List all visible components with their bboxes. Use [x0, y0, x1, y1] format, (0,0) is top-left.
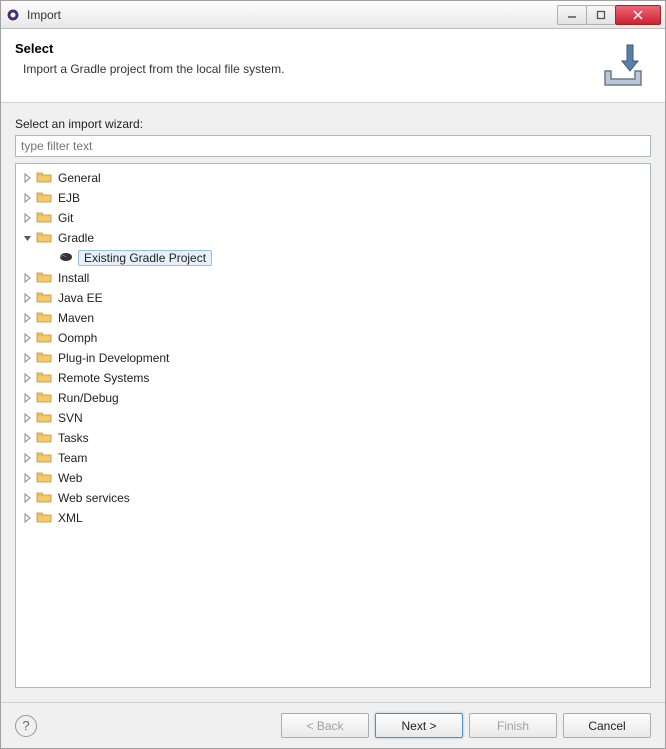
close-button[interactable] — [615, 5, 661, 25]
tree-item-label: Plug-in Development — [56, 351, 171, 365]
tree-item[interactable]: Java EE — [18, 288, 648, 308]
chevron-right-icon[interactable] — [22, 392, 34, 404]
help-button[interactable]: ? — [15, 715, 37, 737]
button-bar: ? < Back Next > Finish Cancel — [1, 702, 665, 748]
chevron-right-icon[interactable] — [22, 272, 34, 284]
window-controls — [558, 5, 661, 25]
tree-item[interactable]: Run/Debug — [18, 388, 648, 408]
import-icon — [597, 43, 647, 94]
chevron-right-icon[interactable] — [22, 492, 34, 504]
tree-item[interactable]: Web services — [18, 488, 648, 508]
folder-icon — [36, 390, 52, 407]
finish-button[interactable]: Finish — [469, 713, 557, 738]
import-dialog: Import Select Import a Gradle project fr… — [0, 0, 666, 749]
chevron-right-icon[interactable] — [22, 512, 34, 524]
page-description: Import a Gradle project from the local f… — [23, 62, 651, 76]
chevron-right-icon[interactable] — [22, 472, 34, 484]
folder-icon — [36, 190, 52, 207]
tree-item[interactable]: Existing Gradle Project — [18, 248, 648, 268]
window-title: Import — [27, 8, 558, 22]
tree-item[interactable]: Gradle — [18, 228, 648, 248]
folder-icon — [36, 410, 52, 427]
tree-item-label: Install — [56, 271, 91, 285]
page-title: Select — [15, 41, 651, 56]
tree-item-label: SVN — [56, 411, 85, 425]
folder-icon — [36, 490, 52, 507]
folder-icon — [36, 290, 52, 307]
minimize-button[interactable] — [557, 5, 587, 25]
chevron-right-icon[interactable] — [22, 372, 34, 384]
tree-item-label: Maven — [56, 311, 96, 325]
folder-icon — [36, 510, 52, 527]
chevron-right-icon[interactable] — [22, 312, 34, 324]
tree-item-label: Remote Systems — [56, 371, 151, 385]
tree-item-label: Team — [56, 451, 89, 465]
folder-icon — [36, 470, 52, 487]
tree-item[interactable]: XML — [18, 508, 648, 528]
tree-item-label: Git — [56, 211, 75, 225]
tree-item[interactable]: SVN — [18, 408, 648, 428]
folder-icon — [36, 330, 52, 347]
folder-icon — [36, 210, 52, 227]
chevron-right-icon[interactable] — [22, 452, 34, 464]
chevron-right-icon[interactable] — [22, 432, 34, 444]
tree-item-label: Tasks — [56, 431, 91, 445]
maximize-button[interactable] — [586, 5, 616, 25]
tree-item[interactable]: Git — [18, 208, 648, 228]
chevron-right-icon[interactable] — [22, 212, 34, 224]
tree-item-label: Oomph — [56, 331, 99, 345]
tree-item[interactable]: Plug-in Development — [18, 348, 648, 368]
tree-item-label: EJB — [56, 191, 82, 205]
titlebar[interactable]: Import — [1, 1, 665, 29]
tree-item-label: Existing Gradle Project — [82, 251, 208, 265]
tree-item[interactable]: Remote Systems — [18, 368, 648, 388]
tree-item-label: Run/Debug — [56, 391, 121, 405]
chevron-down-icon[interactable] — [22, 232, 34, 244]
tree-item-label: General — [56, 171, 103, 185]
tree-item-label: XML — [56, 511, 85, 525]
next-button[interactable]: Next > — [375, 713, 463, 738]
wizard-label: Select an import wizard: — [15, 117, 651, 131]
chevron-right-icon[interactable] — [22, 352, 34, 364]
tree-item[interactable]: Oomph — [18, 328, 648, 348]
tree-item[interactable]: Install — [18, 268, 648, 288]
tree-item[interactable]: Maven — [18, 308, 648, 328]
folder-icon — [36, 350, 52, 367]
back-button[interactable]: < Back — [281, 713, 369, 738]
folder-icon — [36, 430, 52, 447]
cancel-button[interactable]: Cancel — [563, 713, 651, 738]
folder-icon — [36, 450, 52, 467]
wizard-tree[interactable]: General EJB Git Gradle Existing Gradle Proje… — [15, 163, 651, 688]
gradle-icon — [58, 251, 74, 266]
folder-icon — [36, 310, 52, 327]
chevron-right-icon[interactable] — [22, 332, 34, 344]
filter-input[interactable] — [15, 135, 651, 157]
tree-item-label: Gradle — [56, 231, 96, 245]
body-panel: Select an import wizard: General EJB Git Gr… — [1, 103, 665, 702]
chevron-right-icon[interactable] — [22, 412, 34, 424]
tree-item[interactable]: Tasks — [18, 428, 648, 448]
tree-item[interactable]: General — [18, 168, 648, 188]
tree-item-label: Web — [56, 471, 84, 485]
tree-item[interactable]: Web — [18, 468, 648, 488]
header-panel: Select Import a Gradle project from the … — [1, 29, 665, 103]
chevron-right-icon[interactable] — [22, 172, 34, 184]
chevron-right-icon[interactable] — [22, 192, 34, 204]
folder-icon — [36, 230, 52, 247]
tree-item[interactable]: Team — [18, 448, 648, 468]
app-icon — [5, 7, 21, 23]
folder-icon — [36, 370, 52, 387]
tree-item-label: Java EE — [56, 291, 105, 305]
chevron-right-icon[interactable] — [22, 292, 34, 304]
tree-item[interactable]: EJB — [18, 188, 648, 208]
folder-icon — [36, 170, 52, 187]
folder-icon — [36, 270, 52, 287]
tree-item-label: Web services — [56, 491, 132, 505]
